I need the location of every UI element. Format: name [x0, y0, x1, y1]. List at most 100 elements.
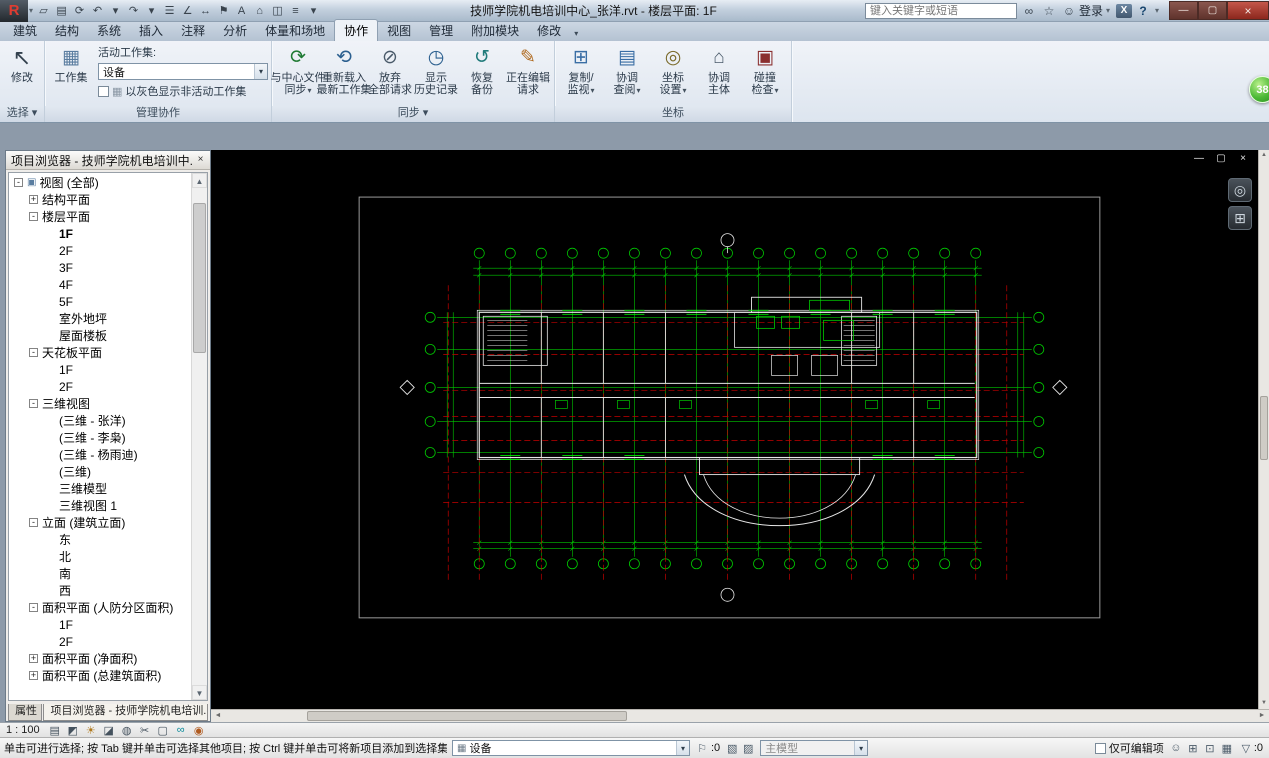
favorites-star-icon[interactable]: ☆	[1041, 4, 1057, 18]
select-links-icon[interactable]: ⊡	[1203, 742, 1217, 755]
measure-icon[interactable]: ∠	[179, 2, 196, 20]
crop-view-icon[interactable]: ✂	[138, 724, 152, 737]
modify-button[interactable]: ↖ 修改	[3, 43, 41, 85]
scroll-down-icon[interactable]: ▼	[192, 685, 207, 700]
section-icon[interactable]: ◫	[269, 2, 286, 20]
tree-item[interactable]: 北	[10, 548, 190, 565]
tree-item[interactable]: + 面积平面 (净面积)	[10, 650, 190, 667]
zoom-icon[interactable]: ⊞	[1228, 206, 1252, 230]
tab-view[interactable]: 视图	[378, 20, 420, 41]
view-minimize-button[interactable]: —	[1192, 153, 1206, 164]
tab-manage[interactable]: 管理	[420, 20, 462, 41]
tab-structure[interactable]: 结构	[46, 20, 88, 41]
steering-wheel-icon[interactable]: ◎	[1228, 178, 1252, 202]
help-icon[interactable]: ?	[1136, 4, 1150, 18]
tab-systems[interactable]: 系统	[88, 20, 130, 41]
project-browser-close-icon[interactable]: ×	[193, 153, 208, 167]
tab-architecture[interactable]: 建筑	[4, 20, 46, 41]
text-icon[interactable]: A	[233, 2, 250, 20]
sun-path-icon[interactable]: ☀	[84, 724, 98, 737]
scroll-thumb[interactable]	[1260, 395, 1268, 460]
sync-with-central-button[interactable]: ⟳ 与中心文件 同步▾	[271, 43, 326, 97]
coordinates-button[interactable]: ◎ 坐标 设置▾	[650, 43, 696, 97]
tree-toggle[interactable]: -	[29, 348, 38, 357]
tree-item[interactable]: - 立面 (建筑立面)	[10, 514, 190, 531]
communication-center-badge[interactable]: 38	[1249, 76, 1269, 103]
open-icon[interactable]: ▱	[35, 2, 52, 20]
infocenter-search-input[interactable]	[864, 2, 1017, 19]
tree-item[interactable]: 4F	[10, 276, 190, 293]
design-option-select[interactable]: 主模型 ▾	[760, 740, 869, 756]
tab-modify[interactable]: 修改	[528, 20, 570, 41]
editing-requests-indicator[interactable]: ⚐ :0	[695, 742, 720, 755]
scroll-thumb[interactable]	[307, 711, 628, 721]
tree-item[interactable]: (三维 - 李枭)	[10, 429, 190, 446]
tree-item[interactable]: 1F	[10, 361, 190, 378]
tab-collaborate[interactable]: 协作	[334, 19, 379, 41]
tab-project-browser[interactable]: 项目浏览器 - 技师学院机电培训...	[43, 704, 208, 721]
project-browser-titlebar[interactable]: 项目浏览器 - 技师学院机电培训中... ×	[6, 151, 210, 170]
tree-item[interactable]: 1F	[10, 616, 190, 633]
scroll-right-icon[interactable]: ►	[1255, 710, 1269, 722]
tree-toggle[interactable]: -	[29, 518, 38, 527]
qat-customize-dropdown-icon[interactable]: ▾	[305, 2, 322, 20]
tab-switcher-caret-icon[interactable]: ▾	[574, 29, 578, 41]
show-history-button[interactable]: ◷ 显示 历史记录	[413, 43, 459, 96]
tree-toggle[interactable]: +	[29, 195, 38, 204]
shadows-icon[interactable]: ◪	[102, 724, 116, 737]
scroll-left-icon[interactable]: ◄	[211, 710, 225, 722]
help-caret-icon[interactable]: ▾	[1155, 6, 1159, 15]
tree-item[interactable]: 三维模型	[10, 480, 190, 497]
tree-item[interactable]: + 面积平面 (总建筑面积)	[10, 667, 190, 684]
tree-toggle[interactable]: +	[29, 654, 38, 663]
horizontal-scrollbar[interactable]: ◄ ►	[211, 709, 1269, 722]
tag-icon[interactable]: ⚑	[215, 2, 232, 20]
tree-item[interactable]: - 三维视图	[10, 395, 190, 412]
select-underlay-icon[interactable]: ▦	[1220, 742, 1234, 755]
detail-level-icon[interactable]: ▤	[48, 724, 62, 737]
exchange-apps-icon[interactable]: X	[1115, 3, 1132, 18]
show-crop-region-icon[interactable]: ▢	[156, 724, 170, 737]
tree-item[interactable]: 西	[10, 582, 190, 599]
tree-item[interactable]: 东	[10, 531, 190, 548]
tab-annotate[interactable]: 注释	[172, 20, 214, 41]
coordination-host-button[interactable]: ⌂ 协调 主体	[696, 43, 742, 96]
combo-caret-icon[interactable]: ▾	[676, 741, 689, 755]
tree-item[interactable]: (三维 - 张洋)	[10, 412, 190, 429]
tree-item[interactable]: 2F	[10, 633, 190, 650]
tree-toggle[interactable]: +	[29, 671, 38, 680]
gray-inactive-checkbox[interactable]	[98, 85, 109, 97]
press-drag-icon[interactable]: ⊞	[1186, 742, 1200, 755]
redo-dropdown-icon[interactable]: ▾	[143, 2, 160, 20]
scale-button[interactable]: 1 : 100	[6, 724, 46, 736]
default-3d-view-icon[interactable]: ⌂	[251, 2, 268, 20]
minimize-button[interactable]: —	[1169, 1, 1198, 20]
show-rendering-dialog-icon[interactable]: ◍	[120, 724, 134, 737]
reload-latest-button[interactable]: ⟲ 重新载入 最新工作集	[317, 43, 372, 96]
tab-insert[interactable]: 插入	[130, 20, 172, 41]
scroll-thumb[interactable]	[193, 203, 206, 353]
select-panel-label[interactable]: 选择 ▾	[0, 106, 44, 122]
tree-item[interactable]: + 结构平面	[10, 191, 190, 208]
selection-filter[interactable]: ▽ :0	[1239, 742, 1263, 755]
worksets-button[interactable]: ▦ 工作集	[48, 43, 94, 84]
worksharing-display-icon[interactable]: ▧	[725, 742, 739, 755]
interference-check-button[interactable]: ▣ 碰撞 检查▾	[742, 43, 788, 97]
tree-scrollbar[interactable]: ▲ ▼	[191, 173, 207, 700]
maximize-button[interactable]: ▢	[1198, 1, 1227, 20]
tree-item[interactable]: - 面积平面 (人防分区面积)	[10, 599, 190, 616]
redo-icon[interactable]: ↷	[125, 2, 142, 20]
reveal-hidden-elements-icon[interactable]: ◉	[192, 724, 206, 737]
restore-backup-button[interactable]: ↺ 恢复 备份	[459, 43, 505, 96]
editable-only-toggle[interactable]: 仅可编辑项	[1094, 740, 1164, 756]
combo-caret-icon[interactable]: ▾	[254, 64, 267, 79]
tree-item[interactable]: - 天花板平面	[10, 344, 190, 361]
thin-lines-icon[interactable]: ≡	[287, 2, 304, 20]
scroll-up-icon[interactable]: ▲	[192, 173, 207, 188]
synchronize-panel-label[interactable]: 同步 ▾	[272, 106, 554, 122]
copy-monitor-button[interactable]: ⊞ 复制/ 监视▾	[558, 43, 604, 97]
sync-with-central-icon[interactable]: ⟳	[71, 2, 88, 20]
editing-requests-list-icon[interactable]: ▨	[741, 742, 755, 755]
tree-item[interactable]: (三维 - 杨雨迪)	[10, 446, 190, 463]
tree-item[interactable]: - ▣ 视图 (全部)	[10, 174, 190, 191]
